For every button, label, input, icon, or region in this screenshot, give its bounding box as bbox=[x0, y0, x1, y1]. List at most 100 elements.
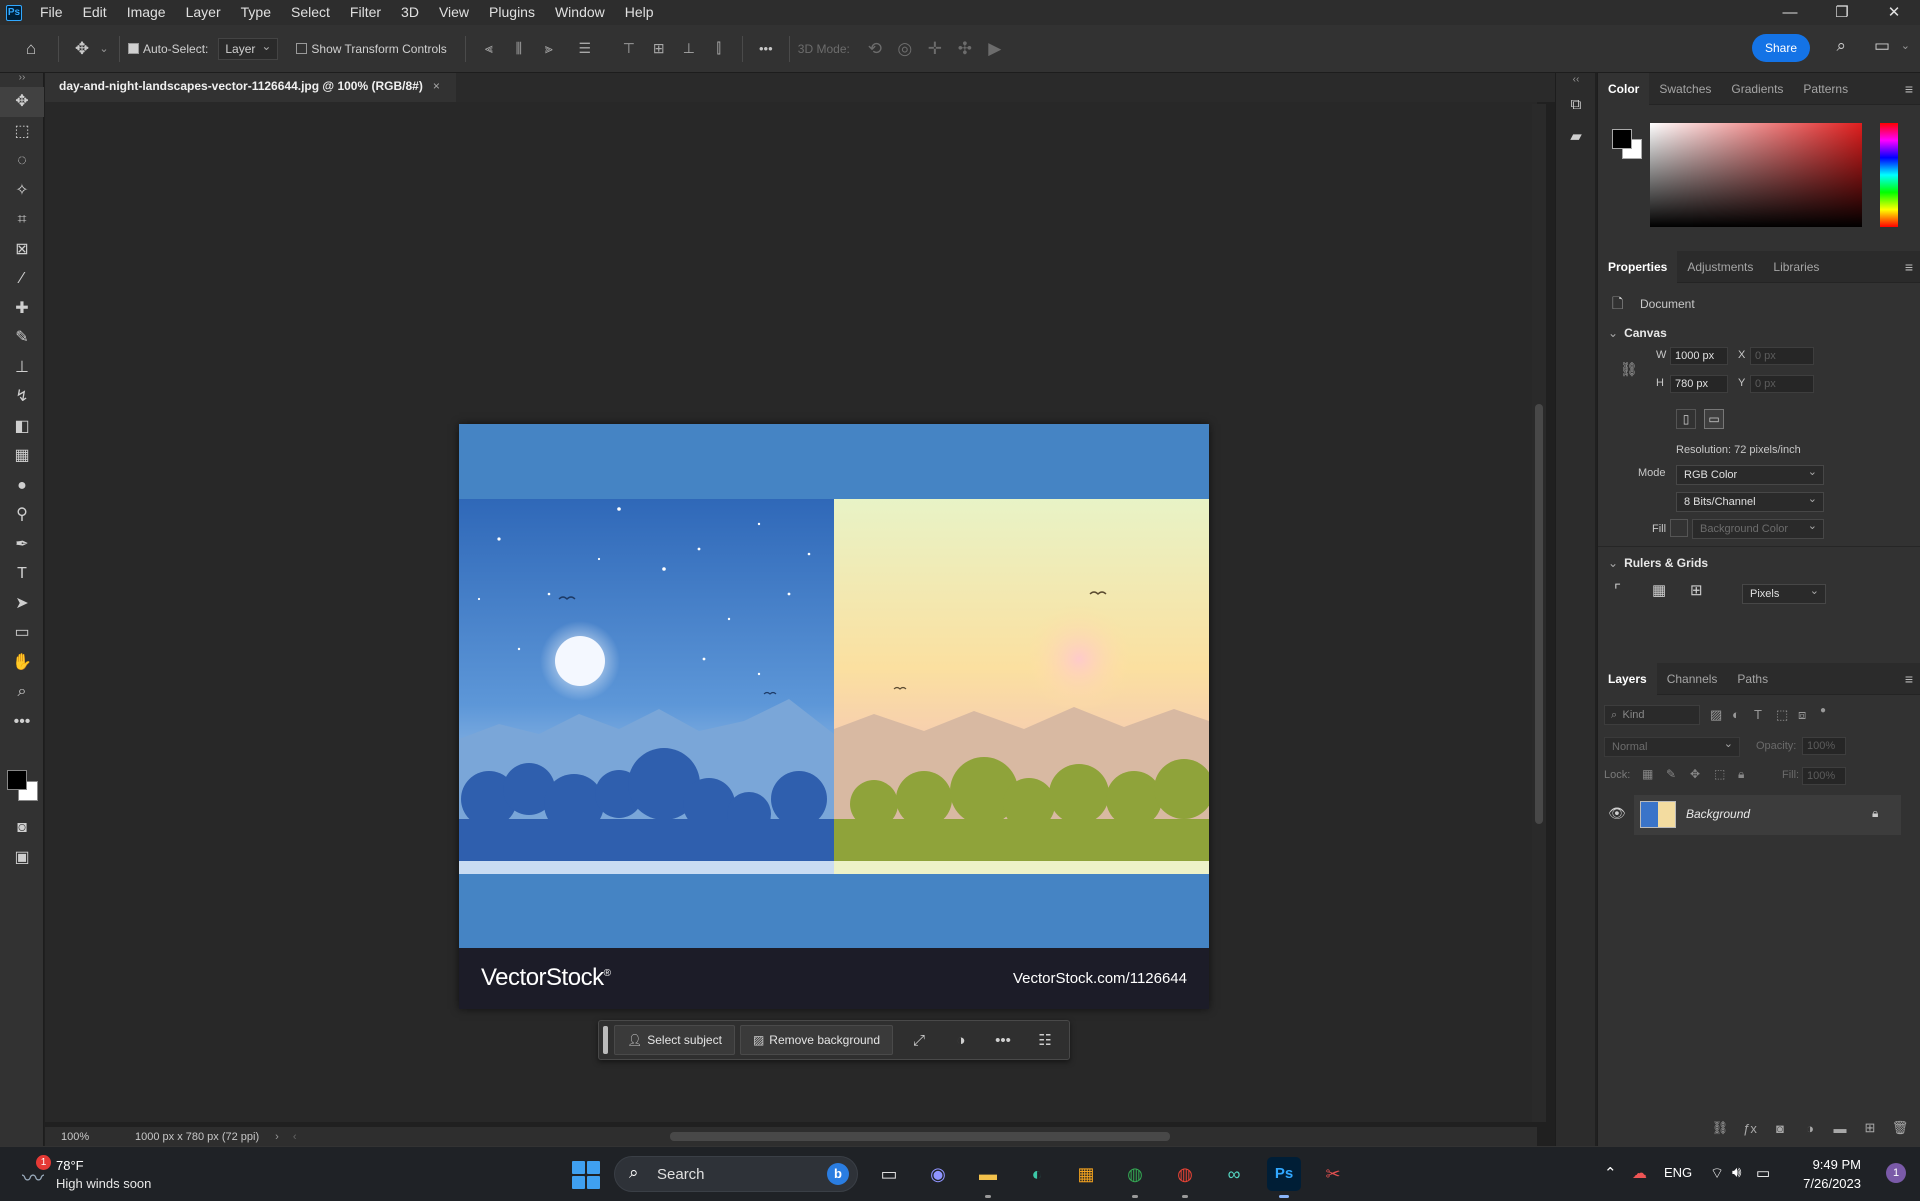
workspace-icon[interactable]: ▭ bbox=[1874, 36, 1890, 56]
home-icon[interactable]: ⌂ bbox=[12, 39, 50, 59]
vertical-scrollbar[interactable] bbox=[1532, 104, 1546, 1122]
document-info[interactable]: 1000 px x 780 px (72 ppi) bbox=[135, 1131, 259, 1143]
rulers-grids-section-header[interactable]: ⌄ Rulers & Grids bbox=[1608, 556, 1708, 570]
gradient-tool-icon[interactable]: ▦ bbox=[0, 441, 44, 471]
auto-select-checkbox[interactable] bbox=[128, 43, 139, 54]
fill-color-swatch[interactable] bbox=[1670, 519, 1688, 537]
search-icon[interactable]: ⌕ bbox=[1836, 36, 1846, 56]
panel-menu-icon[interactable]: ≡ bbox=[1905, 671, 1913, 687]
align-center-icon[interactable]: ⫼ bbox=[504, 40, 534, 57]
taskbar-search[interactable]: ⌕ Search b bbox=[614, 1156, 858, 1192]
link-icon[interactable]: ⛓ bbox=[1620, 361, 1638, 378]
edit-toolbar-icon[interactable]: ••• bbox=[0, 707, 44, 737]
tab-patterns[interactable]: Patterns bbox=[1793, 73, 1858, 105]
clock-date[interactable]: 7/26/2023 bbox=[1803, 1176, 1861, 1191]
language-indicator[interactable]: ENG bbox=[1664, 1165, 1692, 1180]
snipping-tool-icon[interactable]: ✂ bbox=[1316, 1157, 1350, 1191]
magic-wand-tool-icon[interactable]: ✧ bbox=[0, 176, 44, 206]
menu-filter[interactable]: Filter bbox=[340, 0, 391, 25]
volume-icon[interactable]: 🔊︎ bbox=[1732, 1164, 1741, 1181]
vertical-scroll-thumb[interactable] bbox=[1535, 404, 1543, 824]
drag-handle[interactable] bbox=[603, 1026, 608, 1054]
panel-menu-icon[interactable]: ≡ bbox=[1905, 259, 1913, 275]
collapse-icon[interactable]: ‹‹ bbox=[1556, 73, 1596, 89]
restore-button[interactable]: ❐ bbox=[1816, 0, 1868, 25]
lock-position-icon[interactable]: ✥ bbox=[1690, 767, 1700, 781]
tab-swatches[interactable]: Swatches bbox=[1649, 73, 1721, 105]
move-tool-icon[interactable]: ✥ bbox=[67, 39, 97, 59]
align-top-icon[interactable]: ⊤ bbox=[614, 40, 644, 57]
hue-slider[interactable] bbox=[1880, 123, 1898, 227]
canvas-area[interactable]: VectorStock® VectorStock.com/1126644 👤︎ S… bbox=[45, 102, 1537, 1122]
minimize-button[interactable]: — bbox=[1764, 0, 1816, 25]
lock-artboard-icon[interactable]: ⬚ bbox=[1714, 767, 1725, 781]
bit-depth-dropdown[interactable]: 8 Bits/Channel bbox=[1676, 490, 1824, 512]
layer-style-icon[interactable]: ƒx bbox=[1735, 1121, 1765, 1136]
scroll-left-icon[interactable]: ‹ bbox=[293, 1131, 297, 1143]
more-options-button[interactable]: ••• bbox=[751, 41, 781, 56]
height-input[interactable]: 780 px bbox=[1670, 375, 1728, 393]
layer-filter-search[interactable]: ⌕ Kind bbox=[1604, 705, 1700, 725]
onedrive-icon[interactable]: ☁ bbox=[1632, 1164, 1647, 1182]
new-layer-icon[interactable]: ⊞ bbox=[1855, 1120, 1885, 1136]
status-arrow-icon[interactable]: › bbox=[275, 1131, 279, 1143]
align-left-icon[interactable]: ⫷ bbox=[474, 40, 504, 57]
color-picker-field[interactable] bbox=[1650, 123, 1862, 227]
align-bottom-icon[interactable]: ⊥ bbox=[674, 40, 704, 57]
tab-layers[interactable]: Layers bbox=[1598, 662, 1657, 695]
document-tab[interactable]: day-and-night-landscapes-vector-1126644.… bbox=[45, 73, 456, 102]
foreground-color-swatch[interactable] bbox=[7, 770, 27, 790]
screen-mode-icon[interactable]: ▣ bbox=[0, 843, 44, 873]
menu-window[interactable]: Window bbox=[545, 0, 615, 25]
stamp-tool-icon[interactable]: ⊥ bbox=[0, 353, 44, 383]
file-explorer-icon[interactable]: ▬ bbox=[971, 1157, 1005, 1198]
settings-sliders-icon[interactable]: ☷ bbox=[1024, 1031, 1066, 1049]
auto-select-target-dropdown[interactable]: Layer bbox=[218, 36, 279, 60]
transform-controls-checkbox[interactable] bbox=[296, 43, 308, 54]
move-tool-icon[interactable]: ✥ bbox=[0, 87, 44, 117]
marquee-tool-icon[interactable]: ⬚ bbox=[0, 117, 44, 147]
transform-icon[interactable]: ⤢ bbox=[898, 1032, 940, 1049]
menu-edit[interactable]: Edit bbox=[73, 0, 117, 25]
history-brush-tool-icon[interactable]: ↯ bbox=[0, 382, 44, 412]
3d-roll-icon[interactable]: ◎ bbox=[890, 39, 920, 59]
menu-view[interactable]: View bbox=[429, 0, 479, 25]
filter-toggle-icon[interactable]: ● bbox=[1820, 705, 1826, 716]
tab-color[interactable]: Color bbox=[1598, 72, 1650, 105]
lock-image-icon[interactable]: ✎ bbox=[1666, 767, 1676, 781]
adjustment-icon[interactable]: ◑ bbox=[940, 1032, 982, 1049]
task-view-icon[interactable]: ▭ bbox=[872, 1157, 906, 1191]
crop-tool-icon[interactable]: ⌗ bbox=[0, 205, 44, 235]
units-dropdown[interactable]: Pixels bbox=[1742, 582, 1826, 604]
menu-select[interactable]: Select bbox=[281, 0, 340, 25]
horizontal-scroll-thumb[interactable] bbox=[670, 1132, 1170, 1141]
y-input[interactable]: 0 px bbox=[1750, 375, 1814, 393]
blur-tool-icon[interactable]: ● bbox=[0, 471, 44, 501]
microsoft-store-icon[interactable]: ▦ bbox=[1069, 1157, 1103, 1191]
tab-properties[interactable]: Properties bbox=[1598, 250, 1678, 283]
eraser-tool-icon[interactable]: ◧ bbox=[0, 412, 44, 442]
filter-adjustment-icon[interactable]: ◐ bbox=[1732, 707, 1740, 722]
adjustment-layer-icon[interactable]: ◑ bbox=[1795, 1121, 1825, 1136]
arduino-icon[interactable]: ∞ bbox=[1217, 1157, 1251, 1191]
tool-preset-chevron-icon[interactable]: ⌄ bbox=[97, 42, 111, 55]
close-tab-icon[interactable]: × bbox=[433, 79, 440, 93]
path-selection-tool-icon[interactable]: ➤ bbox=[0, 589, 44, 619]
tab-paths[interactable]: Paths bbox=[1727, 663, 1778, 695]
3d-scale-icon[interactable]: ▶ bbox=[980, 39, 1010, 59]
menu-file[interactable]: File bbox=[30, 0, 73, 25]
share-button[interactable]: Share bbox=[1752, 34, 1810, 62]
rulers-icon[interactable]: ⌜ bbox=[1614, 581, 1621, 599]
3d-slide-icon[interactable]: ✣ bbox=[950, 39, 980, 59]
pen-tool-icon[interactable]: ✒ bbox=[0, 530, 44, 560]
quick-mask-icon[interactable]: ◙ bbox=[0, 813, 44, 843]
zoom-tool-icon[interactable]: ⌕ bbox=[0, 677, 44, 707]
battery-icon[interactable]: ▭ bbox=[1756, 1164, 1770, 1182]
width-input[interactable]: 1000 px bbox=[1670, 347, 1728, 365]
wifi-icon[interactable]: ⌔ bbox=[1710, 1164, 1724, 1183]
distribute-vertical-icon[interactable]: ⫿ bbox=[704, 40, 734, 57]
rectangle-tool-icon[interactable]: ▭ bbox=[0, 618, 44, 648]
menu-type[interactable]: Type bbox=[231, 0, 281, 25]
type-tool-icon[interactable]: T bbox=[0, 559, 44, 589]
chrome-profile-2-icon[interactable]: ◍ bbox=[1168, 1157, 1202, 1198]
